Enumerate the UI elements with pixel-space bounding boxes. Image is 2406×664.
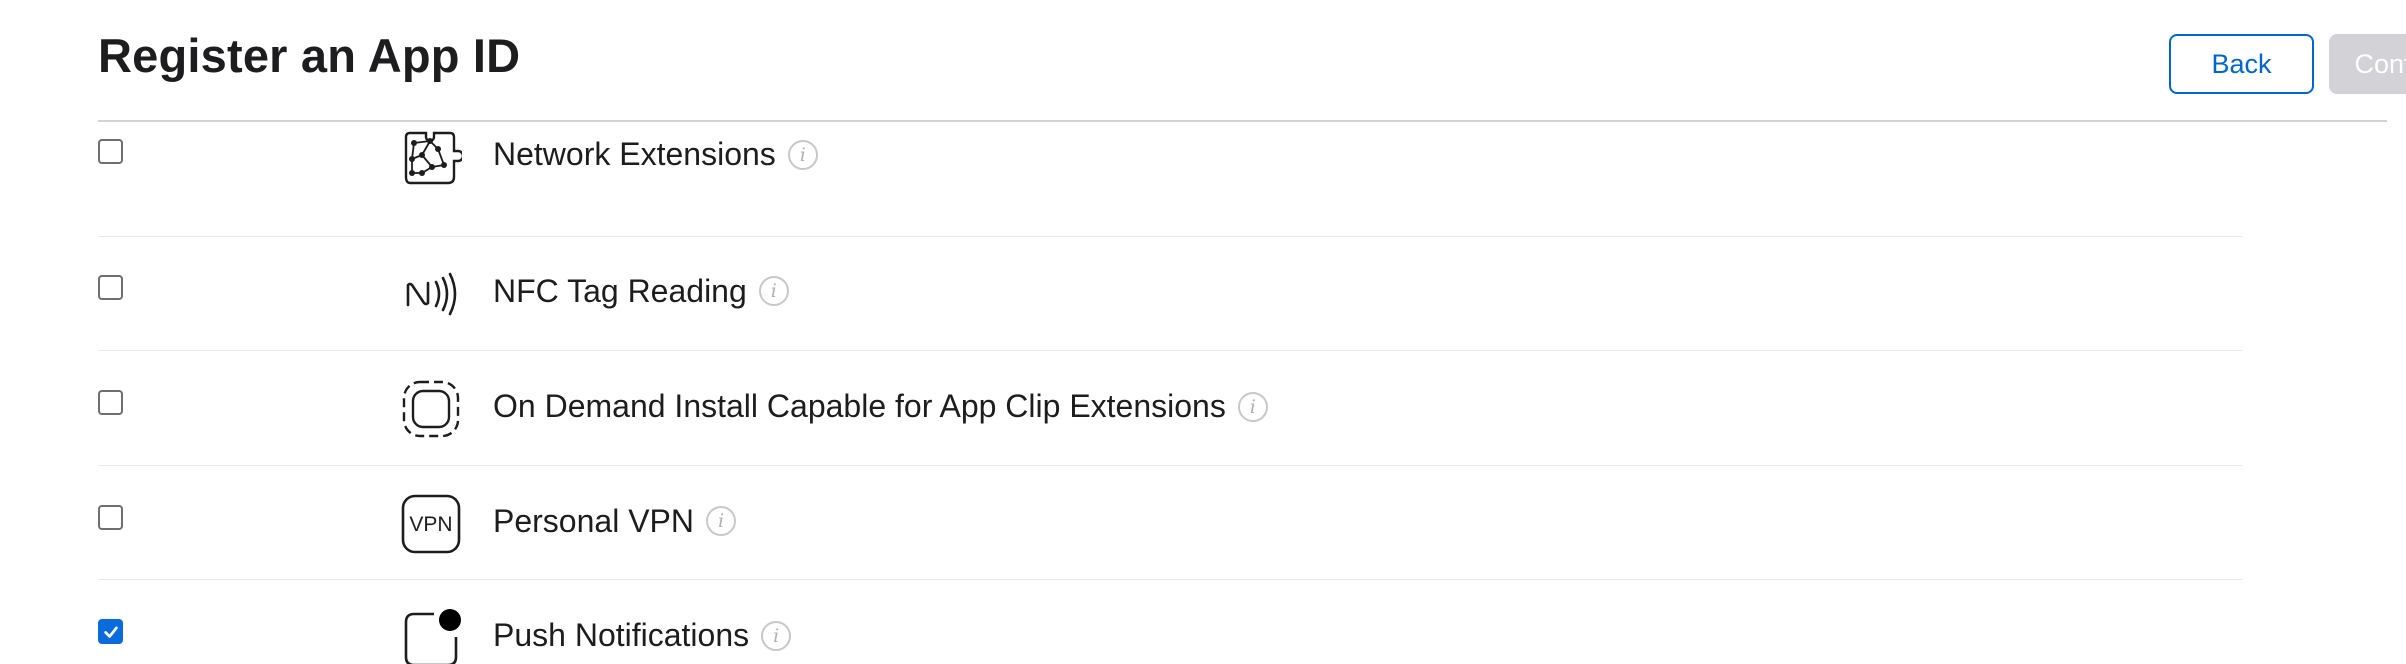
network-extensions-checkbox[interactable]	[98, 139, 123, 164]
info-icon[interactable]: i	[705, 506, 736, 536]
network-extensions-icon	[400, 127, 462, 189]
capability-label-text: Push Notifications	[493, 617, 750, 653]
capability-label: NFC Tag Reading i	[493, 273, 789, 310]
back-button[interactable]: Back	[2169, 34, 2314, 94]
capability-label-text: On Demand Install Capable for App Clip E…	[493, 388, 1226, 424]
page-header: Register an App ID Back Continue	[98, 0, 2406, 122]
capability-row-nfc-tag-reading: NFC Tag Reading i	[98, 237, 2242, 351]
info-icon[interactable]: i	[1237, 391, 1268, 422]
capability-label: Network Extensions i	[493, 136, 818, 173]
info-icon[interactable]: i	[761, 620, 792, 651]
info-icon[interactable]: i	[787, 139, 818, 170]
capability-label: Push Notifications i	[493, 617, 792, 654]
nfc-tag-reading-checkbox[interactable]	[98, 274, 123, 300]
on-demand-install-checkbox[interactable]	[98, 390, 123, 415]
app-clip-icon	[400, 378, 462, 440]
continue-button[interactable]: Continue	[2329, 34, 2406, 94]
capability-row-personal-vpn: VPN Personal VPN i	[98, 466, 2242, 580]
svg-text:VPN: VPN	[409, 513, 452, 536]
capabilities-list: Network Extensions i NFC Tag Reading i O…	[98, 122, 2242, 664]
push-notifications-checkbox[interactable]	[98, 619, 123, 644]
capability-row-network-extensions: Network Extensions i	[98, 122, 2242, 237]
capability-label-text: Network Extensions	[493, 136, 776, 172]
register-app-id-page: Register an App ID Back Continue	[0, 0, 2406, 664]
capability-row-on-demand-install: On Demand Install Capable for App Clip E…	[98, 351, 2242, 466]
capability-row-push-notifications: Push Notifications i	[98, 580, 2242, 664]
capability-label-text: NFC Tag Reading	[493, 272, 747, 309]
info-icon[interactable]: i	[758, 276, 789, 306]
push-notifications-icon	[400, 607, 462, 664]
page-title: Register an App ID	[98, 29, 521, 82]
capability-label: Personal VPN i	[493, 503, 736, 540]
nfc-icon	[400, 263, 462, 325]
personal-vpn-checkbox[interactable]	[98, 504, 123, 530]
capability-label-text: Personal VPN	[493, 502, 694, 539]
capability-label: On Demand Install Capable for App Clip E…	[493, 388, 1268, 425]
vpn-icon: VPN	[400, 493, 462, 555]
checkmark-icon	[103, 626, 118, 638]
